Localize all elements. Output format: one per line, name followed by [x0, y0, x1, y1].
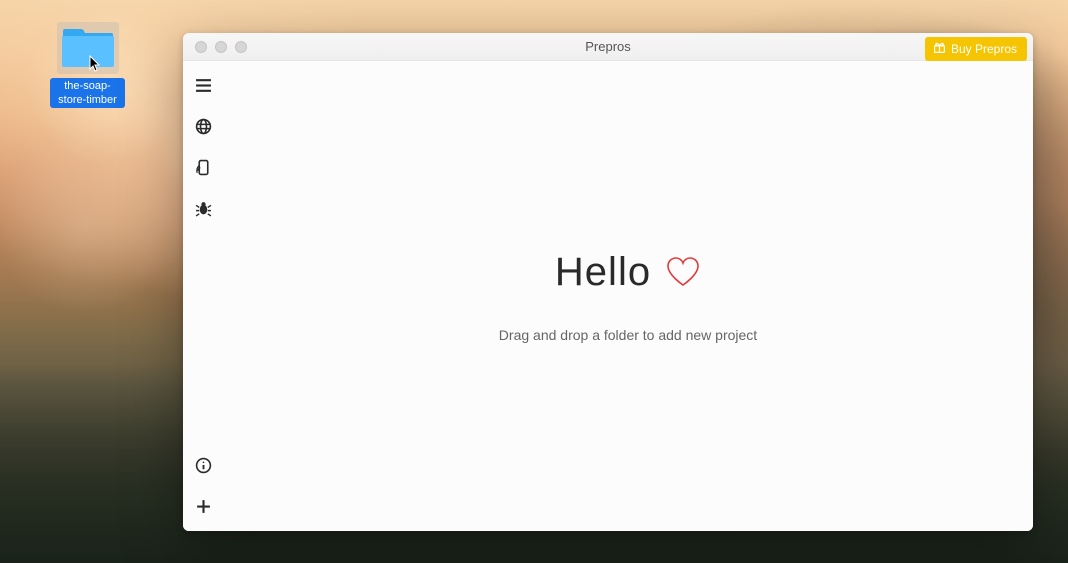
bug-icon[interactable]: [195, 200, 212, 217]
folder-icon-wrap: [57, 22, 119, 74]
window-title: Prepros: [183, 39, 1033, 54]
instruction-text: Drag and drop a folder to add new projec…: [499, 327, 757, 343]
info-icon[interactable]: [195, 457, 212, 474]
folder-label: the-soap-store-timber: [50, 78, 125, 108]
device-icon[interactable]: [195, 159, 212, 176]
sidebar: [183, 61, 223, 531]
buy-button-label: Buy Prepros: [951, 42, 1017, 56]
globe-icon[interactable]: [195, 118, 212, 135]
close-window-button[interactable]: [195, 41, 207, 53]
folder-icon: [61, 27, 115, 69]
minimize-window-button[interactable]: [215, 41, 227, 53]
main-area[interactable]: Hello Drag and drop a folder to add new …: [223, 61, 1033, 531]
desktop-folder[interactable]: the-soap-store-timber: [50, 22, 125, 108]
buy-button[interactable]: Buy Prepros: [925, 37, 1027, 61]
greeting-text: Hello: [555, 250, 651, 295]
window-body: Hello Drag and drop a folder to add new …: [183, 61, 1033, 531]
gift-icon: [933, 41, 946, 57]
traffic-lights: [183, 41, 247, 53]
titlebar[interactable]: Prepros Buy Prepros: [183, 33, 1033, 61]
maximize-window-button[interactable]: [235, 41, 247, 53]
greeting-row: Hello: [555, 250, 701, 295]
menu-icon[interactable]: [195, 77, 212, 94]
add-icon[interactable]: [195, 498, 212, 515]
app-window: Prepros Buy Prepros: [183, 33, 1033, 531]
heart-icon: [665, 256, 701, 288]
